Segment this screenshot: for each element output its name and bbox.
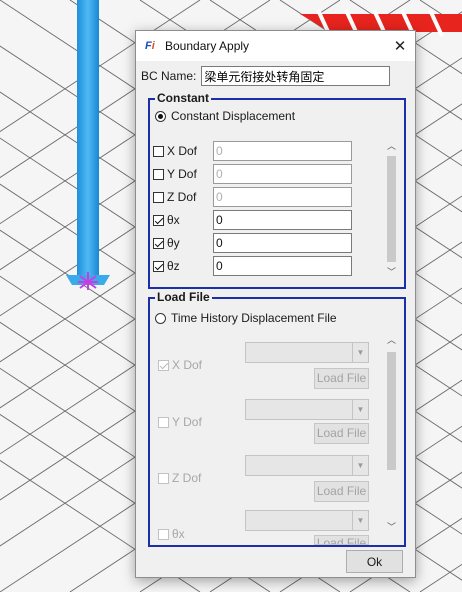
load-file-scrollbar[interactable]: ︿ ﹀ <box>386 334 397 533</box>
thetaz-label: θz <box>167 259 180 273</box>
thetay-label: θy <box>167 236 180 250</box>
z-dof-file-combo[interactable]: ▼ <box>245 455 369 476</box>
constant-group: Constant Constant Displacement X Dof Y D… <box>148 91 406 289</box>
lf-y-dof-label: Y Dof <box>172 415 202 429</box>
constant-scrollbar[interactable]: ︿ ﹀ <box>386 140 397 278</box>
lf-thetax-checkbox[interactable] <box>158 528 169 540</box>
y-dof-file-combo[interactable]: ▼ <box>245 399 369 420</box>
x-dof-label: X Dof <box>167 144 198 158</box>
bc-name-input[interactable] <box>201 66 391 86</box>
thetay-input[interactable] <box>213 233 352 253</box>
y-dof-label: Y Dof <box>167 167 197 181</box>
z-dof-checkbox[interactable] <box>153 191 164 203</box>
triangle-down-icon: ▼ <box>352 400 368 419</box>
ok-button[interactable]: Ok <box>346 550 403 573</box>
boundary-apply-dialog: Fi Boundary Apply ✕ BC Name: Constant Co… <box>135 30 416 578</box>
triangle-down-icon: ▼ <box>352 511 368 530</box>
load-file-group: Load File Time History Displacement File… <box>148 290 406 547</box>
lf-x-dof-checkbox[interactable] <box>158 359 169 371</box>
constant-row-x: X Dof <box>153 141 373 161</box>
lf-z-dof: Z Dof <box>158 471 201 485</box>
thetax-load-file-button[interactable]: Load File <box>314 535 369 545</box>
thetax-checkbox[interactable] <box>153 214 164 226</box>
constant-group-title: Constant <box>155 91 211 105</box>
x-dof-file-combo[interactable]: ▼ <box>245 342 369 363</box>
dialog-titlebar[interactable]: Fi Boundary Apply ✕ <box>136 31 415 61</box>
constant-displacement-option[interactable]: Constant Displacement <box>155 109 295 123</box>
thetay-checkbox[interactable] <box>153 237 164 249</box>
x-dof-input[interactable] <box>213 141 352 161</box>
constant-row-thetay: θy <box>153 233 373 253</box>
x-dof-checkbox[interactable] <box>153 145 164 157</box>
close-icon[interactable]: ✕ <box>385 31 415 61</box>
lf-thetax-label: θx <box>172 527 185 541</box>
constant-row-thetax: θx <box>153 210 373 230</box>
time-history-radio[interactable] <box>155 312 166 324</box>
scroll-thumb[interactable] <box>387 156 396 262</box>
y-dof-checkbox[interactable] <box>153 168 164 180</box>
thetax-file-combo[interactable]: ▼ <box>245 510 369 531</box>
constant-row-y: Y Dof <box>153 164 373 184</box>
bc-name-row: BC Name: <box>141 66 391 86</box>
lf-thetax: θx <box>158 527 185 541</box>
constant-row-z: Z Dof <box>153 187 373 207</box>
x-dof-load-file-button[interactable]: Load File <box>314 368 369 389</box>
lf-x-dof-label: X Dof <box>172 358 203 372</box>
time-history-option[interactable]: Time History Displacement File <box>155 311 337 325</box>
scroll-track[interactable] <box>386 152 397 266</box>
constant-displacement-radio[interactable] <box>155 110 166 122</box>
lf-y-dof: Y Dof <box>158 415 202 429</box>
scroll-track[interactable] <box>386 346 397 521</box>
chevron-up-icon[interactable]: ︿ <box>386 334 397 346</box>
chevron-down-icon[interactable]: ﹀ <box>386 266 397 278</box>
y-dof-input[interactable] <box>213 164 352 184</box>
bc-name-label: BC Name: <box>141 69 197 83</box>
z-dof-load-file-button[interactable]: Load File <box>314 481 369 502</box>
lf-x-dof: X Dof <box>158 358 202 372</box>
constant-row-thetaz: θz <box>153 256 373 276</box>
thetax-label: θx <box>167 213 180 227</box>
lf-z-dof-label: Z Dof <box>172 471 202 485</box>
scroll-thumb[interactable] <box>387 352 396 470</box>
constant-displacement-label: Constant Displacement <box>171 109 296 123</box>
thetax-input[interactable] <box>213 210 352 230</box>
chevron-down-icon[interactable]: ﹀ <box>386 521 397 533</box>
chevron-up-icon[interactable]: ︿ <box>386 140 397 152</box>
z-dof-input[interactable] <box>213 187 352 207</box>
lf-y-dof-checkbox[interactable] <box>158 416 169 428</box>
time-history-label: Time History Displacement File <box>171 311 337 325</box>
z-dof-label: Z Dof <box>167 190 197 204</box>
dialog-title: Boundary Apply <box>165 39 250 53</box>
thetaz-checkbox[interactable] <box>153 260 164 272</box>
thetaz-input[interactable] <box>213 256 352 276</box>
app-logo-icon: Fi <box>145 40 155 52</box>
triangle-down-icon: ▼ <box>352 456 368 475</box>
lf-z-dof-checkbox[interactable] <box>158 472 169 484</box>
triangle-down-icon: ▼ <box>352 343 368 362</box>
load-file-group-title: Load File <box>155 290 212 304</box>
y-dof-load-file-button[interactable]: Load File <box>314 423 369 444</box>
